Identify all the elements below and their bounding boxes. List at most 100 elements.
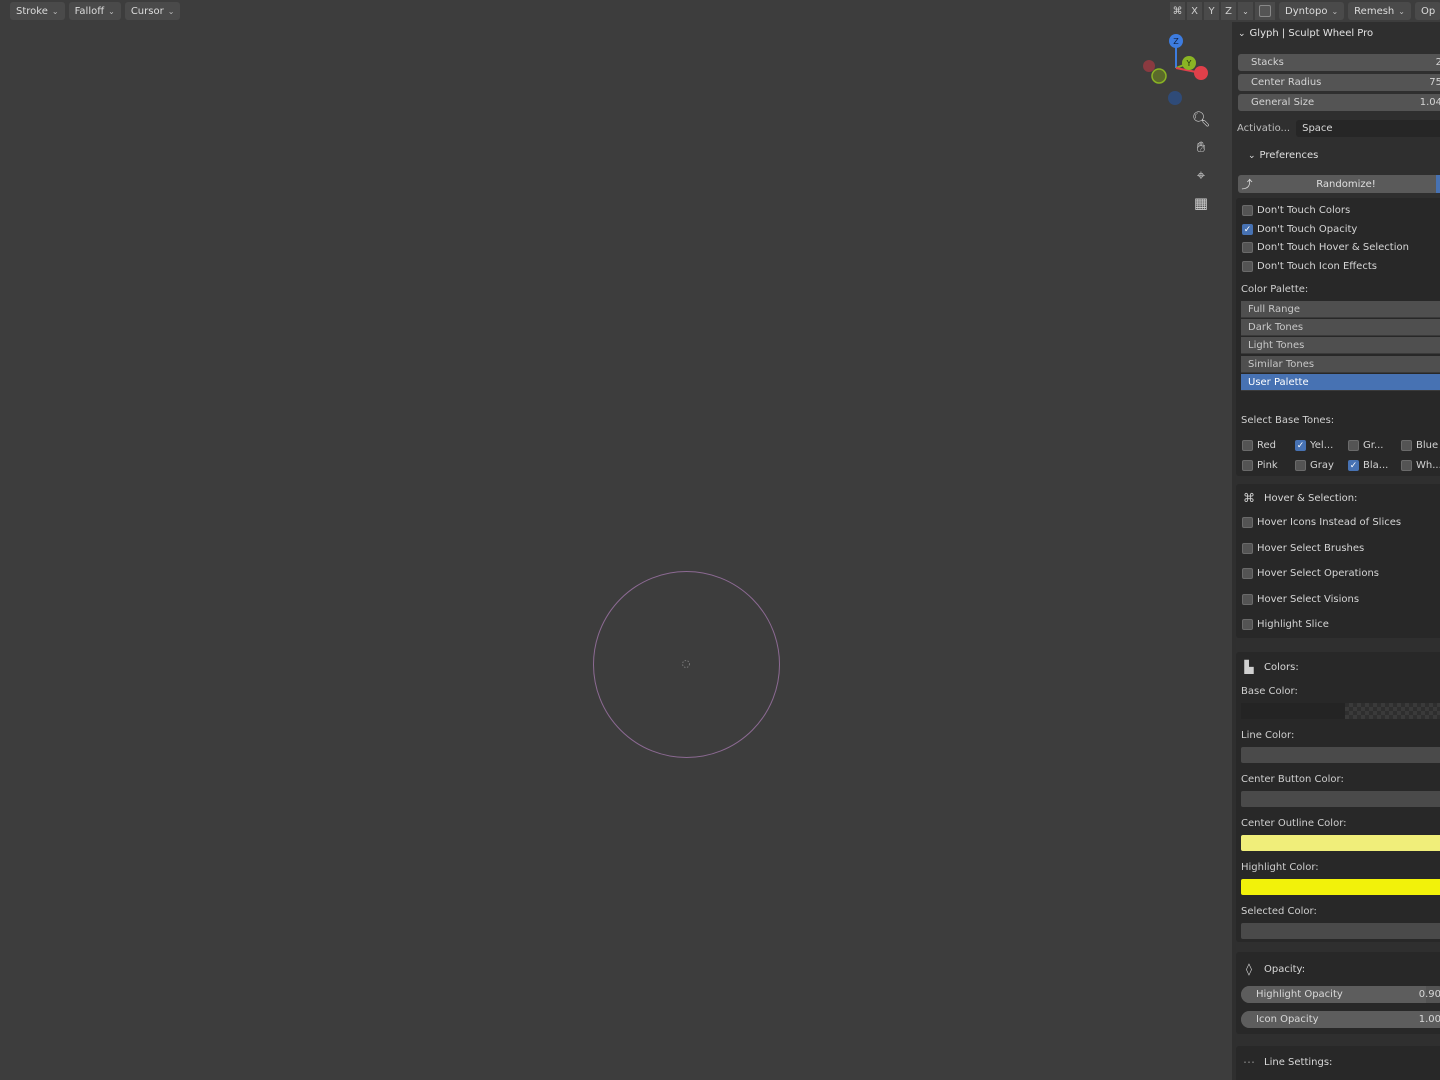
tone-label: Yel...	[1310, 440, 1334, 451]
droplet-icon: ◊	[1246, 962, 1252, 976]
checkbox-icon	[1242, 619, 1253, 630]
base-color-swatch[interactable]	[1241, 703, 1440, 719]
general-size-label: General Size	[1251, 97, 1315, 108]
center-radius-value: 75	[1429, 77, 1440, 88]
sculpt-wheel-panel: ⌄ Glyph | Sculpt Wheel Pro Stacks 2 Cent…	[1232, 22, 1440, 1080]
dyntopo-checkbox[interactable]	[1255, 2, 1275, 20]
checkbox-icon	[1242, 568, 1253, 579]
chevron-down-icon: ⌄	[167, 6, 175, 16]
checkbox-label: Highlight Slice	[1257, 619, 1329, 630]
slider-value: 0.90	[1418, 989, 1440, 1000]
viewport-nav-tools: 🔍︎ ✋︎ ⌖ ▦	[1188, 108, 1214, 214]
checkbox-label: Hover Select Operations	[1257, 568, 1380, 579]
dont-touch-opacity-checkbox[interactable]: ✓ Don't Touch Opacity	[1242, 224, 1357, 235]
activation-key-field[interactable]: Space	[1296, 120, 1440, 137]
gizmo-neg-z-icon[interactable]	[1168, 91, 1182, 105]
checkbox-icon	[1242, 517, 1253, 528]
center-radius-label: Center Radius	[1251, 77, 1322, 88]
dont-touch-colors-checkbox[interactable]: Don't Touch Colors	[1242, 205, 1350, 216]
checkmark-icon: ✓	[1295, 440, 1306, 451]
dyntopo-menu[interactable]: Dyntopo ⌄	[1279, 2, 1345, 20]
symmetry-icon[interactable]: ⌘	[1170, 2, 1185, 20]
stroke-menu[interactable]: Stroke ⌄	[10, 2, 65, 20]
pan-hand-icon[interactable]: ✋︎	[1188, 136, 1214, 158]
hover-selection-header: ⌘ Hover & Selection:	[1242, 491, 1357, 505]
color-palette-label: Color Palette:	[1241, 284, 1309, 295]
base-color-label: Base Color:	[1241, 686, 1298, 697]
tone-label: Gray	[1310, 460, 1334, 471]
tone-yellow-checkbox[interactable]: ✓ Yel...	[1295, 440, 1333, 451]
mirror-x-toggle[interactable]: X	[1187, 2, 1202, 20]
icon-opacity-slider[interactable]: Icon Opacity 1.00	[1241, 1011, 1440, 1028]
mirror-z-toggle[interactable]: Z	[1221, 2, 1236, 20]
randomize-extra-tab[interactable]	[1436, 175, 1440, 193]
command-key-icon: ⌘	[1243, 491, 1255, 505]
checkbox-label: Don't Touch Icon Effects	[1257, 261, 1377, 272]
activation-row: Activatio... Space	[1237, 120, 1440, 137]
mirror-y-toggle[interactable]: Y	[1204, 2, 1219, 20]
tone-pink-checkbox[interactable]: Pink	[1242, 460, 1278, 471]
panel-title: Glyph | Sculpt Wheel Pro	[1249, 28, 1374, 39]
center-outline-color-swatch[interactable]	[1241, 835, 1440, 851]
highlight-color-swatch[interactable]	[1241, 879, 1440, 895]
center-button-color-swatch[interactable]	[1241, 791, 1440, 807]
highlight-opacity-slider[interactable]: Highlight Opacity 0.90	[1241, 986, 1440, 1003]
tone-white-checkbox[interactable]: Wh...	[1401, 460, 1440, 471]
line-color-swatch[interactable]	[1241, 747, 1440, 763]
stacks-value: 2	[1435, 57, 1440, 68]
header-right-tools: ⌘ X Y Z ⌄ Dyntopo ⌄ Remesh ⌄ Op	[1170, 2, 1440, 20]
hover-icons-checkbox[interactable]: Hover Icons Instead of Slices	[1242, 517, 1401, 528]
checkbox-label: Don't Touch Hover & Selection	[1257, 242, 1409, 253]
preferences-header[interactable]: ⌄ Preferences	[1248, 150, 1318, 161]
3d-viewport[interactable]	[0, 0, 1232, 1080]
hover-select-visions-checkbox[interactable]: Hover Select Visions	[1242, 594, 1359, 605]
cursor-menu[interactable]: Cursor ⌄	[124, 2, 181, 20]
tone-red-checkbox[interactable]: Red	[1242, 440, 1276, 451]
hover-select-brushes-checkbox[interactable]: Hover Select Brushes	[1242, 543, 1364, 554]
chevron-down-icon: ⌄	[1398, 6, 1405, 16]
general-size-field[interactable]: General Size 1.04	[1238, 94, 1440, 111]
palette-option[interactable]: Similar Tones	[1241, 356, 1440, 373]
highlight-slice-checkbox[interactable]: Highlight Slice	[1242, 619, 1329, 630]
hover-select-operations-checkbox[interactable]: Hover Select Operations	[1242, 568, 1379, 579]
checkmark-icon: ✓	[1348, 460, 1359, 471]
falloff-menu[interactable]: Falloff ⌄	[68, 2, 121, 20]
chevron-down-icon: ⌄	[1331, 6, 1339, 16]
base-tones-label: Select Base Tones:	[1241, 415, 1335, 426]
line-settings-title: Line Settings:	[1264, 1056, 1333, 1068]
tone-gray-checkbox[interactable]: Gray	[1295, 460, 1334, 471]
dont-touch-icon-effects-checkbox[interactable]: Don't Touch Icon Effects	[1242, 261, 1377, 272]
opacity-title: Opacity:	[1264, 963, 1306, 975]
randomize-button[interactable]: ⤴ Randomize!	[1238, 175, 1440, 193]
panel-header[interactable]: ⌄ Glyph | Sculpt Wheel Pro	[1238, 28, 1373, 39]
palette-option-selected[interactable]: User Palette	[1241, 374, 1440, 391]
tone-blue-checkbox[interactable]: Blue	[1401, 440, 1438, 451]
checkbox-label: Hover Icons Instead of Slices	[1257, 517, 1402, 528]
gizmo-x-axis-icon[interactable]	[1194, 66, 1208, 80]
tone-label: Blue	[1416, 440, 1439, 451]
palette-option[interactable]: Full Range	[1241, 301, 1440, 318]
dont-touch-hover-checkbox[interactable]: Don't Touch Hover & Selection	[1242, 242, 1409, 253]
slider-label: Icon Opacity	[1256, 1014, 1319, 1025]
stacks-label: Stacks	[1251, 57, 1284, 68]
mirror-options-chevron-icon[interactable]: ⌄	[1238, 2, 1253, 20]
gizmo-neg-y-icon[interactable]	[1151, 68, 1167, 84]
gizmo-neg-x-icon[interactable]	[1143, 60, 1155, 72]
colors-title: Colors:	[1264, 661, 1299, 673]
tone-black-checkbox[interactable]: ✓ Bla...	[1348, 460, 1388, 471]
camera-view-icon[interactable]: ⌖	[1188, 164, 1214, 186]
checkbox-icon	[1295, 460, 1306, 471]
stacks-field[interactable]: Stacks 2	[1238, 54, 1440, 71]
color-swatch-icon: ▙	[1244, 660, 1254, 674]
palette-option[interactable]: Dark Tones	[1241, 319, 1440, 336]
options-menu[interactable]: Op	[1414, 2, 1440, 20]
zoom-icon[interactable]: 🔍︎	[1188, 108, 1214, 130]
tone-green-checkbox[interactable]: Gr...	[1348, 440, 1383, 451]
palette-option[interactable]: Light Tones	[1241, 337, 1440, 354]
perspective-grid-icon[interactable]: ▦	[1188, 192, 1214, 214]
center-radius-field[interactable]: Center Radius 75	[1238, 74, 1440, 91]
navigation-gizmo[interactable]: Z Y	[1138, 30, 1214, 110]
remesh-menu[interactable]: Remesh ⌄	[1348, 2, 1411, 20]
hover-selection-title: Hover & Selection:	[1264, 492, 1358, 504]
selected-color-swatch[interactable]	[1241, 923, 1440, 939]
